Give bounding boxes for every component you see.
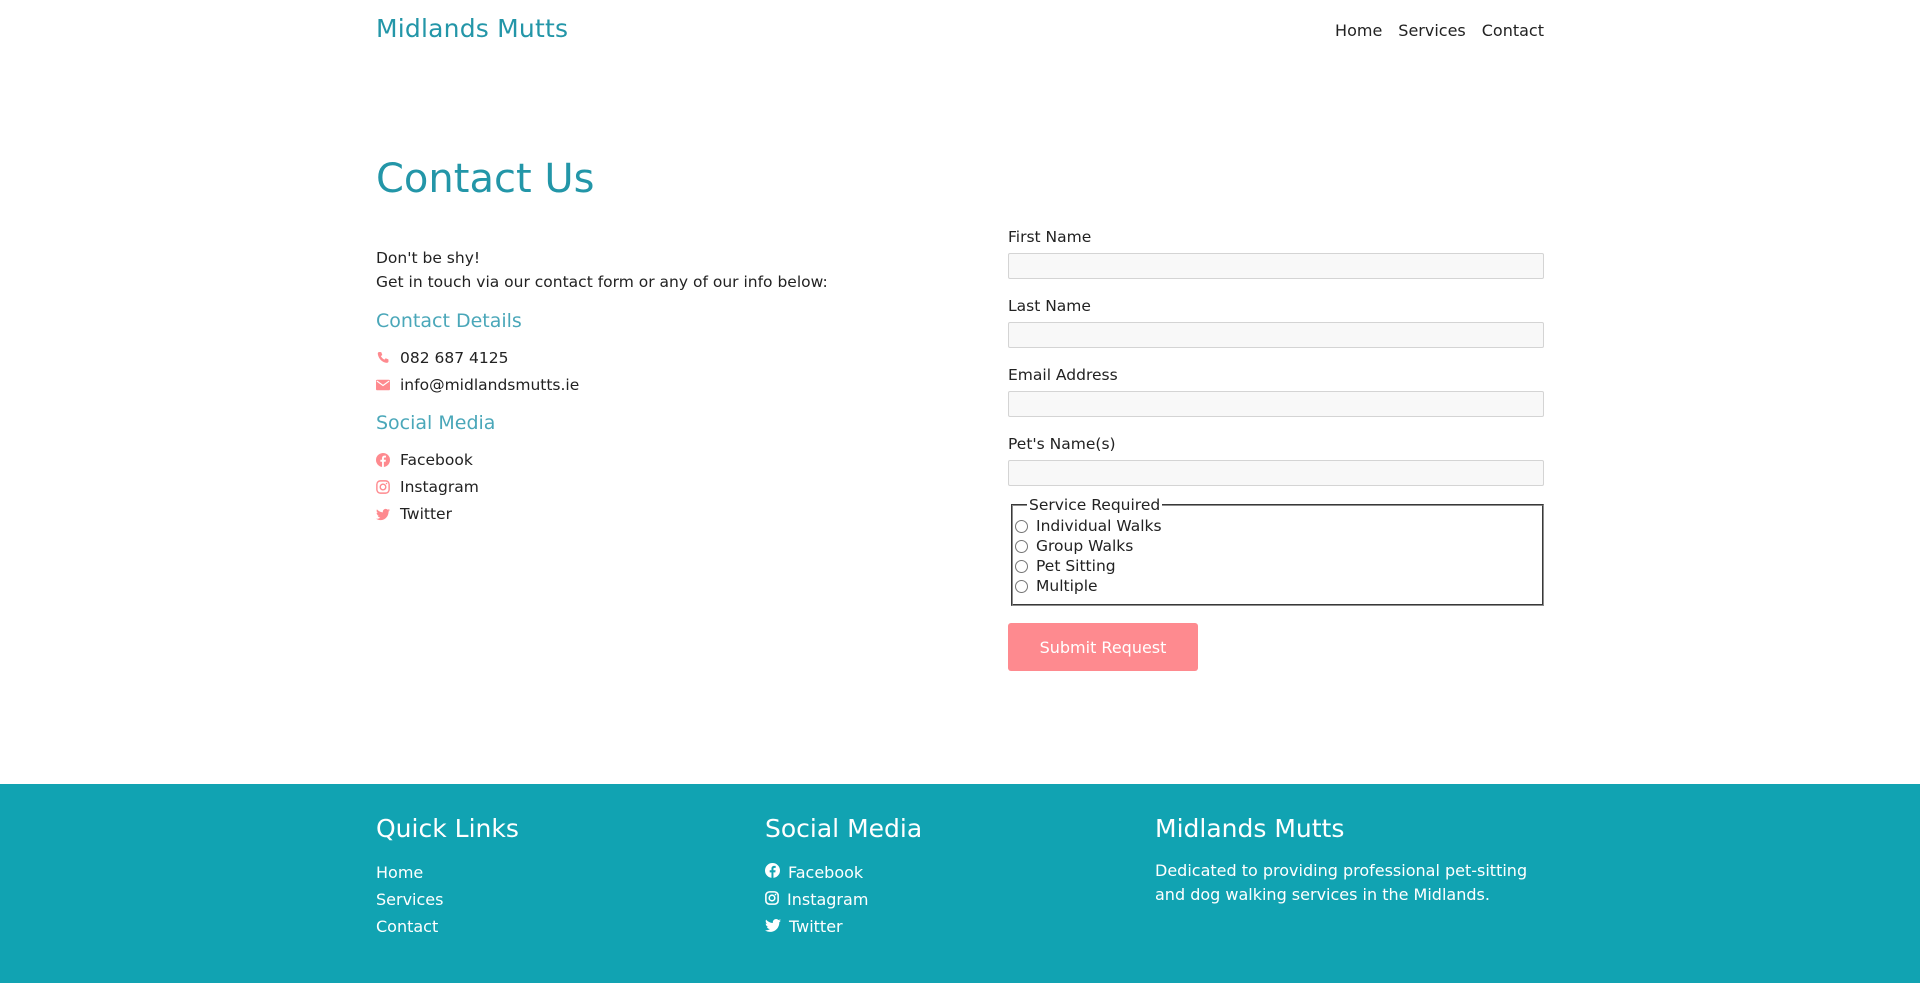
footer-quick-links: Quick Links Home Services Contact [376,814,519,940]
contact-details-heading: Contact Details [376,310,522,332]
intro-line-2: Get in touch via our contact form or any… [376,273,828,291]
radio-label: Multiple [1036,577,1098,595]
first-name-label: First Name [1008,228,1092,246]
page-title: Contact Us [376,156,595,202]
intro-line-1: Don't be shy! [376,249,481,267]
submit-request-button[interactable]: Submit Request [1008,623,1198,671]
service-option-sitting[interactable]: Pet Sitting [1015,556,1530,576]
service-legend: Service Required [1029,496,1161,514]
phone-row: 082 687 4125 [376,349,508,367]
footer-social-heading: Social Media [765,814,923,843]
service-option-individual[interactable]: Individual Walks [1015,516,1530,536]
site-footer: Quick Links Home Services Contact Social… [0,784,1920,983]
envelope-icon [376,378,390,392]
nav-contact[interactable]: Contact [1482,21,1544,40]
footer-instagram-link[interactable]: Instagram [765,886,922,913]
pet-name-label: Pet's Name(s) [1008,435,1116,453]
facebook-icon [376,453,390,467]
phone-icon [376,351,390,365]
first-name-input[interactable] [1008,253,1544,279]
pet-name-input[interactable] [1008,460,1544,486]
email-label: Email Address [1008,366,1118,384]
footer-facebook-link[interactable]: Facebook [765,859,922,886]
site-header: Midlands Mutts Home Services Contact [376,0,1544,64]
footer-social-label: Facebook [788,863,864,882]
footer-social-label: Twitter [789,917,843,936]
radio-individual-walks[interactable] [1015,519,1028,533]
footer-link-services[interactable]: Services [376,886,519,913]
twitter-icon [765,917,781,936]
radio-pet-sitting[interactable] [1015,559,1028,573]
twitter-link[interactable]: Twitter [400,505,452,523]
footer-twitter-link[interactable]: Twitter [765,913,922,940]
nav-home[interactable]: Home [1335,21,1382,40]
footer-link-home[interactable]: Home [376,859,519,886]
nav-services[interactable]: Services [1398,21,1465,40]
footer-about-heading: Midlands Mutts [1155,814,1345,843]
last-name-label: Last Name [1008,297,1091,315]
quick-links-heading: Quick Links [376,814,519,843]
instagram-link[interactable]: Instagram [400,478,479,496]
last-name-input[interactable] [1008,322,1544,348]
phone-link[interactable]: 082 687 4125 [400,349,508,367]
radio-label: Individual Walks [1036,517,1162,535]
footer-about: Midlands Mutts Dedicated to providing pr… [1155,814,1545,907]
instagram-icon [765,890,779,909]
contact-form: First Name Last Name Email Address Pet's… [1008,228,1544,671]
facebook-link[interactable]: Facebook [400,451,473,469]
service-fieldset: Service Required Individual Walks Group … [1011,496,1544,606]
intro-text: Don't be shy! Get in touch via our conta… [376,246,828,294]
facebook-row: Facebook [376,451,473,469]
brand-logo[interactable]: Midlands Mutts [376,14,568,43]
radio-multiple[interactable] [1015,579,1028,593]
twitter-icon [376,507,390,521]
twitter-row: Twitter [376,505,452,523]
radio-label: Pet Sitting [1036,557,1116,575]
instagram-row: Instagram [376,478,479,496]
social-media-heading: Social Media [376,412,496,434]
radio-label: Group Walks [1036,537,1134,555]
footer-about-text: Dedicated to providing professional pet-… [1155,861,1528,904]
email-input[interactable] [1008,391,1544,417]
radio-group-walks[interactable] [1015,539,1028,553]
facebook-icon [765,863,780,882]
footer-link-contact[interactable]: Contact [376,913,519,940]
email-link[interactable]: info@midlandsmutts.ie [400,376,579,394]
email-row: info@midlandsmutts.ie [376,376,579,394]
footer-social: Social Media Facebook Instagram Twitter [765,814,922,940]
service-option-multiple[interactable]: Multiple [1015,576,1530,596]
service-option-group[interactable]: Group Walks [1015,536,1530,556]
main-nav: Home Services Contact [1335,21,1544,40]
footer-social-label: Instagram [787,890,869,909]
instagram-icon [376,480,390,494]
